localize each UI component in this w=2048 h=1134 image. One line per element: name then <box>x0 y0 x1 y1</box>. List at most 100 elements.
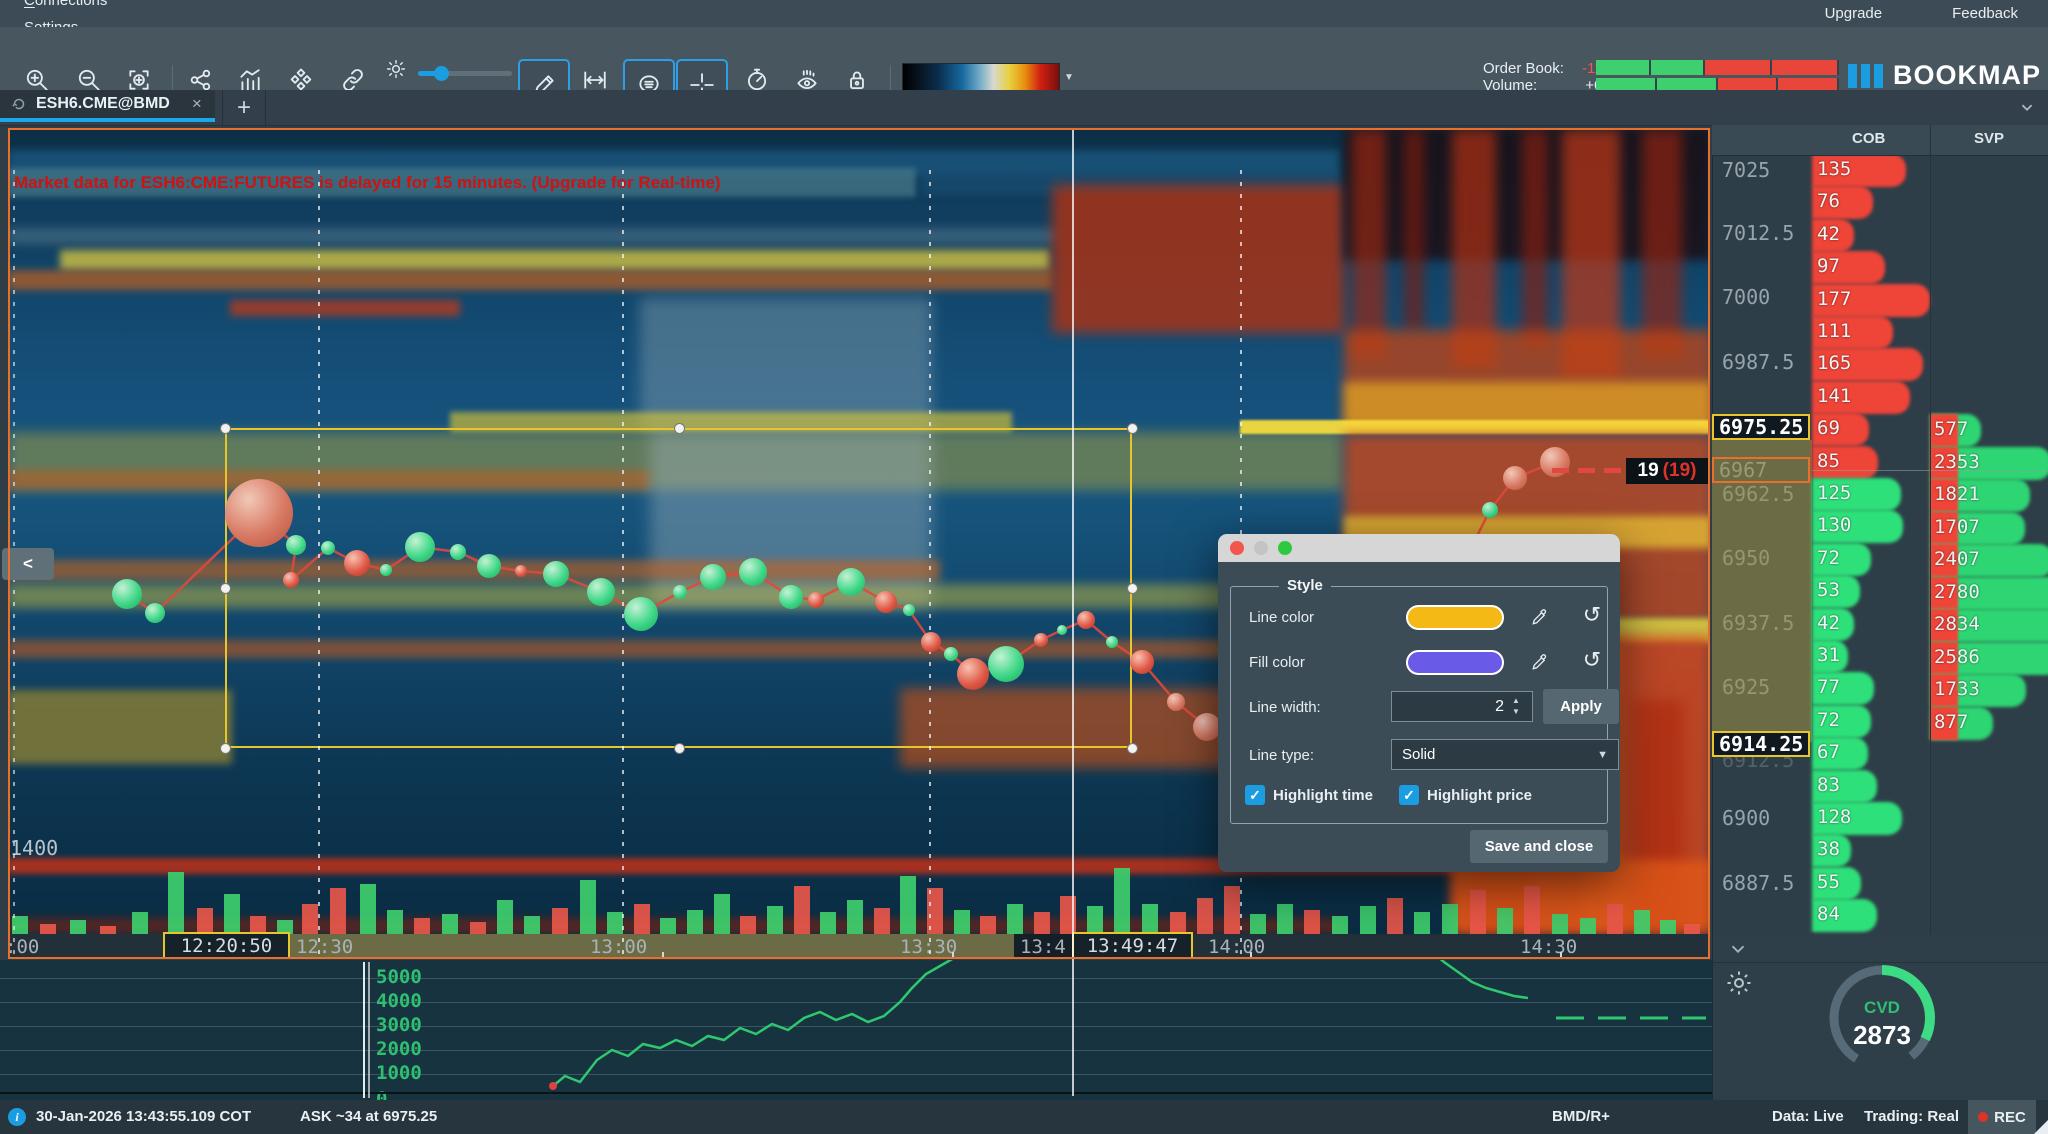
trade-bubble <box>1106 636 1118 648</box>
trade-bubble <box>344 550 370 576</box>
tabbar-chevron-down-icon[interactable] <box>2016 96 2038 123</box>
time-axis[interactable]: :0012:3013:0013:3013:414:0014:3012:20:50… <box>8 934 1710 959</box>
volume-histogram-bar <box>714 894 730 934</box>
last-trade-label: 19 (19) <box>1626 458 1708 484</box>
price-label: 6900 <box>1722 806 1770 830</box>
palette-dropdown-icon[interactable]: ▼ <box>1058 65 1080 89</box>
selection-handle[interactable] <box>220 583 231 594</box>
volume-histogram-bar <box>820 912 836 934</box>
selection-handle[interactable] <box>220 743 231 754</box>
volume-histogram-bar <box>470 922 486 934</box>
volume-histogram-bar <box>980 916 996 934</box>
line-color-swatch[interactable] <box>1406 605 1504 630</box>
trade-bubble <box>957 658 989 690</box>
volume-histogram-bar <box>168 872 184 934</box>
cvd-gauge <box>1820 956 1944 1080</box>
line-width-spinner[interactable]: ▲▼ <box>1509 695 1523 717</box>
apply-button[interactable]: Apply <box>1543 689 1619 724</box>
order-book-bar <box>1596 60 1839 75</box>
save-and-close-button[interactable]: Save and close <box>1470 830 1608 863</box>
volume-histogram-bar <box>1607 904 1623 934</box>
time-tick <box>1250 952 1252 959</box>
collapse-left-panel-button[interactable]: < <box>2 548 54 580</box>
volume-histogram-bar <box>1007 904 1023 934</box>
volume-histogram-bar <box>767 906 783 934</box>
time-tick <box>1560 952 1562 959</box>
volume-histogram-bar <box>1332 916 1348 934</box>
volume-histogram-bar <box>1224 886 1240 934</box>
gear-icon[interactable] <box>1724 968 1754 1003</box>
trade-bubble <box>988 646 1024 682</box>
fill-color-swatch[interactable] <box>1406 650 1504 675</box>
refresh-icon[interactable] <box>10 95 28 113</box>
svp-value: 577 <box>1934 418 1968 440</box>
selection-handle[interactable] <box>1127 423 1138 434</box>
highlight-time-label: Highlight time <box>1273 787 1373 804</box>
panel-chevron-down-icon[interactable] <box>1726 938 1750 965</box>
tab-active[interactable]: ESH6.CME@BMD × <box>0 90 215 122</box>
trade-bubble <box>450 544 466 560</box>
heatmap-palette[interactable] <box>902 63 1060 92</box>
selection-handle[interactable] <box>220 423 231 434</box>
menu-upgrade[interactable]: Upgrade <box>1825 5 1883 22</box>
svp-value: 877 <box>1934 711 1968 733</box>
cob-value: 177 <box>1817 288 1851 310</box>
price-label: 7000 <box>1722 285 1770 309</box>
line-color-eyedropper-icon[interactable] <box>1527 604 1553 630</box>
cob-value: 165 <box>1817 352 1851 374</box>
selection-handle[interactable] <box>674 423 685 434</box>
dialog-maximize-button[interactable] <box>1278 541 1292 555</box>
cob-value: 38 <box>1817 838 1840 860</box>
brightness-slider-knob[interactable] <box>434 66 449 81</box>
line-color-reset-icon[interactable]: ↺ <box>1579 602 1605 628</box>
selection-handle[interactable] <box>1127 583 1138 594</box>
crosshair-vline <box>1072 130 1074 1096</box>
trade-size: 19 <box>1638 460 1659 482</box>
volume-histogram-bar <box>1470 890 1486 934</box>
volume-histogram-bar <box>442 914 458 934</box>
cob-value: 42 <box>1817 223 1840 245</box>
trade-bubble <box>1077 611 1095 629</box>
line-width-value: 2 <box>1495 698 1504 716</box>
status-timestamp: 30-Jan-2026 13:43:55.109 COT <box>36 1108 251 1125</box>
last-trade-dash <box>1552 468 1569 473</box>
highlight-price-label: Highlight price <box>1427 787 1532 804</box>
volume-histogram-bar <box>360 884 376 934</box>
fill-color-eyedropper-icon[interactable] <box>1527 649 1553 675</box>
cob-value: 67 <box>1817 741 1840 763</box>
time-tick <box>952 952 954 959</box>
trade-bubble <box>944 647 958 661</box>
cob-value: 130 <box>1817 514 1851 536</box>
rec-toggle[interactable]: REC <box>1968 1100 2036 1134</box>
highlight-time-checkbox[interactable]: ✓ <box>1245 785 1265 805</box>
volume-histogram-bar <box>634 904 650 934</box>
line-type-select[interactable]: Solid ▼ <box>1391 739 1619 770</box>
highlight-price-checkbox[interactable]: ✓ <box>1399 785 1419 805</box>
menu-connections[interactable]: Connections <box>0 0 131 14</box>
trade-bubble <box>477 554 501 578</box>
cvd-subchart[interactable]: 500040003000200010000 <box>0 960 1712 1100</box>
selection-handle[interactable] <box>674 743 685 754</box>
volume-histogram-bar <box>1170 912 1186 934</box>
resize-grip[interactable] <box>2034 1120 2048 1134</box>
info-icon[interactable]: i <box>8 1108 26 1126</box>
menu-right-items: Upgrade Feedback <box>1825 0 2018 27</box>
panel-divider <box>1930 125 1931 935</box>
trade-bubble <box>405 532 435 562</box>
dialog-close-button[interactable] <box>1230 541 1244 555</box>
tab-close-icon[interactable]: × <box>192 94 202 114</box>
dialog-minimize-button[interactable] <box>1254 541 1268 555</box>
fill-color-reset-icon[interactable]: ↺ <box>1579 647 1605 673</box>
volume-histogram-bar <box>70 920 86 934</box>
trade-bubble <box>1057 625 1067 635</box>
volume-histogram-bar <box>1497 908 1513 934</box>
volume-histogram-bar <box>40 924 56 934</box>
menu-feedback[interactable]: Feedback <box>1952 5 2018 22</box>
selection-handle[interactable] <box>1127 743 1138 754</box>
volume-histogram-bar <box>1684 924 1700 934</box>
last-trade-dash <box>1578 468 1595 473</box>
dialog-titlebar[interactable] <box>1218 534 1620 562</box>
new-tab-button[interactable]: + <box>222 90 266 125</box>
volume-histogram-bar <box>580 880 596 934</box>
status-trading-mode: Trading: Real <box>1864 1108 1959 1125</box>
